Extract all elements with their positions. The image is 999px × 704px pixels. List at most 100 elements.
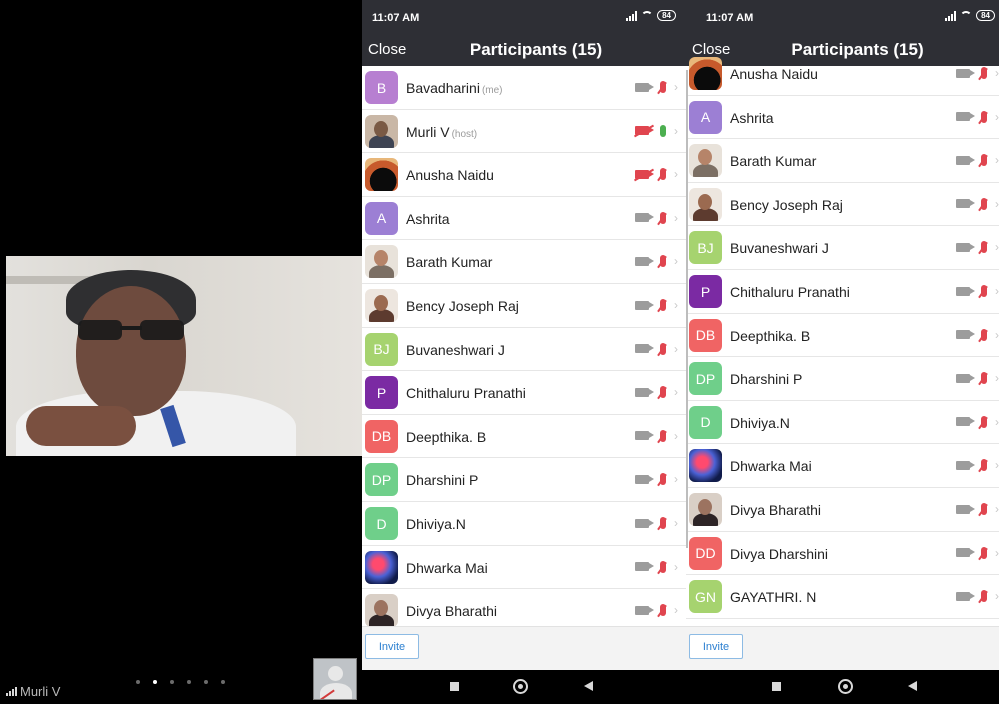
chevron-right-icon[interactable]: › [674,80,678,94]
participant-name: Barath Kumar [730,153,816,169]
avatar: B [365,71,398,104]
participant-row[interactable]: A Ashrita › [686,96,999,140]
invite-button[interactable]: Invite [365,634,419,659]
participants-screen-1: 11:07 AM 84 Close Participants (15) B Bav… [362,0,686,704]
chevron-right-icon[interactable]: › [995,197,999,211]
chevron-right-icon[interactable]: › [995,415,999,429]
page-dot[interactable] [136,680,140,684]
video-camera-icon [956,242,975,252]
participant-row[interactable]: Bency Joseph Raj › [362,284,686,328]
participant-row[interactable]: GN GAYATHRI. N › [686,575,999,619]
participant-status-icons: › [635,80,678,94]
chevron-right-icon[interactable]: › [995,546,999,560]
chevron-right-icon[interactable]: › [674,124,678,138]
back-icon[interactable] [584,681,593,691]
chevron-right-icon[interactable]: › [995,502,999,516]
page-dot[interactable] [170,680,174,684]
participant-row[interactable]: DD Divya Dharshini › [686,532,999,576]
video-camera-icon [635,474,654,484]
participant-name: Ashrita [406,211,450,227]
video-camera-icon [956,460,975,470]
chevron-right-icon[interactable]: › [674,472,678,486]
page-dot[interactable] [187,680,191,684]
chevron-right-icon[interactable]: › [674,385,678,399]
chevron-right-icon[interactable]: › [995,66,999,80]
participant-row[interactable]: Bency Joseph Raj › [686,183,999,227]
participant-row[interactable]: Dhwarka Mai › [686,444,999,488]
video-camera-icon [635,300,654,310]
chevron-right-icon[interactable]: › [674,516,678,530]
chevron-right-icon[interactable]: › [995,153,999,167]
participant-row[interactable]: Anusha Naidu › [686,52,999,96]
avatar [365,158,398,192]
active-speaker-video[interactable] [6,256,362,456]
video-camera-icon [956,286,975,296]
video-camera-icon [956,417,975,427]
participant-row[interactable]: P Chithaluru Pranathi › [686,270,999,314]
participant-name: Divya Bharathi [406,603,497,619]
participant-name: GAYATHRI. N [730,589,816,605]
page-dot[interactable] [153,680,157,684]
participant-name-text: Bency Joseph Raj [730,196,843,213]
chevron-right-icon[interactable]: › [674,603,678,617]
participant-row[interactable]: D Dhiviya.N › [686,401,999,445]
participant-status-icons: › [635,124,678,138]
chevron-right-icon[interactable]: › [995,110,999,124]
invite-button[interactable]: Invite [689,634,743,659]
chevron-right-icon[interactable]: › [674,167,678,181]
chevron-right-icon[interactable]: › [995,458,999,472]
recents-icon[interactable] [450,682,459,691]
chevron-right-icon[interactable]: › [674,429,678,443]
chevron-right-icon[interactable]: › [995,589,999,603]
participant-row[interactable]: D Dhiviya.N › [362,502,686,546]
chevron-right-icon[interactable]: › [995,284,999,298]
chevron-right-icon[interactable]: › [674,254,678,268]
participant-row[interactable]: Anusha Naidu › [362,153,686,197]
participant-row[interactable]: P Chithaluru Pranathi › [362,371,686,415]
chevron-right-icon[interactable]: › [674,560,678,574]
participant-name: Chithaluru Pranathi [730,284,850,300]
participant-row[interactable]: Dhwarka Mai › [362,546,686,590]
scrollbar[interactable] [686,70,688,548]
participant-row[interactable]: DB Deepthika. B › [362,415,686,459]
home-icon[interactable] [513,679,528,694]
participant-row[interactable]: A Ashrita › [362,197,686,241]
participant-row[interactable]: DP Dharshini P › [362,458,686,502]
participant-row[interactable]: BJ Buvaneshwari J › [686,226,999,270]
participant-name-text: Divya Bharathi [406,603,498,620]
participant-name-text: Divya Dharshini [730,545,829,562]
participant-row[interactable]: Barath Kumar › [362,240,686,284]
chevron-right-icon[interactable]: › [995,240,999,254]
home-icon[interactable] [838,679,853,694]
recents-icon[interactable] [772,682,781,691]
chevron-right-icon[interactable]: › [674,298,678,312]
participant-row[interactable]: DB Deepthika. B › [686,314,999,358]
video-camera-icon [635,431,654,441]
self-video-thumbnail[interactable] [313,658,357,700]
page-dot[interactable] [204,680,208,684]
chevron-right-icon[interactable]: › [995,328,999,342]
participant-row[interactable]: DP Dharshini P › [686,357,999,401]
back-icon[interactable] [908,681,917,691]
video-off-icon [635,169,654,179]
chevron-right-icon[interactable]: › [674,211,678,225]
avatar: DP [365,463,398,497]
participant-row[interactable]: BJ Buvaneshwari J › [362,328,686,372]
microphone-muted-icon [981,503,987,515]
participant-row[interactable]: Divya Bharathi › [686,488,999,532]
video-camera-icon [956,330,975,340]
participant-row[interactable]: Barath Kumar › [686,139,999,183]
nav-bar: Close Participants (15) [362,34,686,66]
participant-row[interactable]: B Bavadharini (me) › [362,66,686,110]
footer-bar: Invite [362,626,686,670]
microphone-muted-icon [981,67,987,79]
participant-name-text: Barath Kumar [406,254,493,271]
chevron-right-icon[interactable]: › [995,371,999,385]
chevron-right-icon[interactable]: › [674,342,678,356]
participant-row[interactable]: Murli V (host) › [362,110,686,154]
participant-name: Murli V (host) [406,124,477,140]
participants-screen-2: 11:07 AM 84 Close Participants (15) Anus… [686,0,999,704]
participant-name: Bavadharini (me) [406,80,503,96]
avatar [689,57,722,90]
page-dot[interactable] [221,680,225,684]
